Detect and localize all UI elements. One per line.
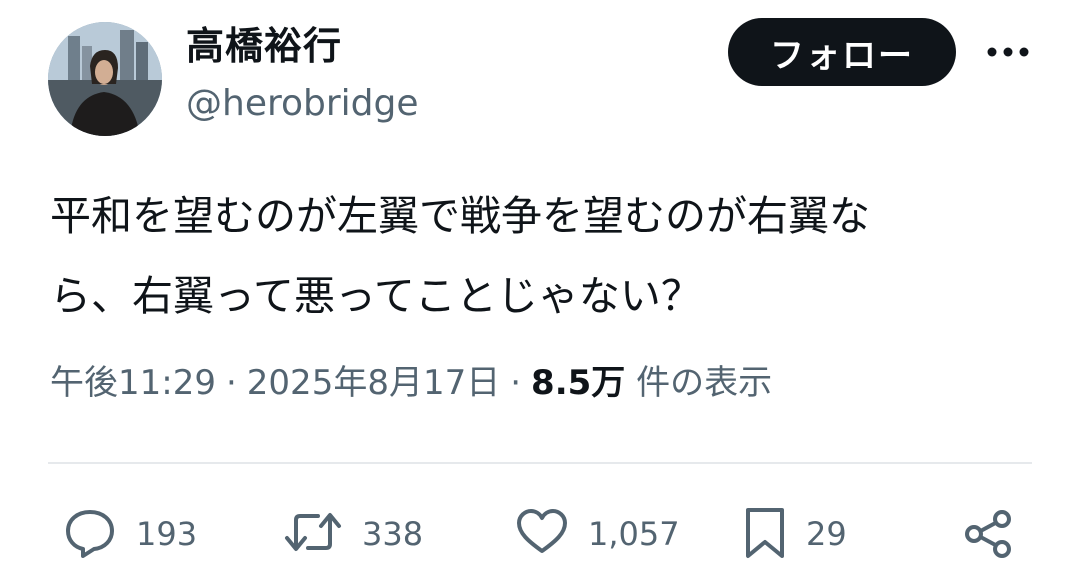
views-count[interactable]: 8.5万 xyxy=(531,363,625,403)
bookmark-button[interactable]: 29 xyxy=(742,504,847,564)
tweet-text-line-1: 平和を望むのが左翼で戦争を望むのが右翼な xyxy=(50,192,870,240)
bookmark-count: 29 xyxy=(806,515,847,553)
author-display-name[interactable]: 高橋裕行 xyxy=(186,22,342,70)
divider xyxy=(48,462,1032,464)
tweet-text: 平和を望むのが左翼で戦争を望むのが右翼な ら、右翼って悪ってことじゃない？ xyxy=(50,176,1040,336)
retweet-button[interactable]: 338 xyxy=(282,504,423,564)
views-label[interactable]: 件の表示 xyxy=(636,363,772,403)
share-icon[interactable] xyxy=(958,504,1018,564)
tweet-time[interactable]: 午後11:29 xyxy=(50,363,216,403)
avatar[interactable] xyxy=(48,22,162,136)
like-count: 1,057 xyxy=(588,515,680,553)
heart-icon xyxy=(514,504,570,564)
retweet-count: 338 xyxy=(362,515,424,553)
bookmark-icon xyxy=(742,504,788,564)
author-handle[interactable]: @herobridge xyxy=(186,80,419,128)
reply-count: 193 xyxy=(136,515,198,553)
more-icon[interactable] xyxy=(980,30,1036,74)
reply-button[interactable]: 193 xyxy=(62,504,197,564)
tweet-text-line-2: ら、右翼って悪ってことじゃない？ xyxy=(50,272,702,320)
follow-button[interactable]: フォロー xyxy=(728,18,956,86)
meta-separator: · xyxy=(510,363,522,403)
meta-separator: · xyxy=(225,363,237,403)
reply-icon xyxy=(62,504,118,564)
tweet-date[interactable]: 2025年8月17日 xyxy=(247,363,500,403)
like-button[interactable]: 1,057 xyxy=(514,504,680,564)
tweet-meta: 午後11:29 · 2025年8月17日 · 8.5万 件の表示 xyxy=(50,358,772,408)
retweet-icon xyxy=(282,504,344,564)
